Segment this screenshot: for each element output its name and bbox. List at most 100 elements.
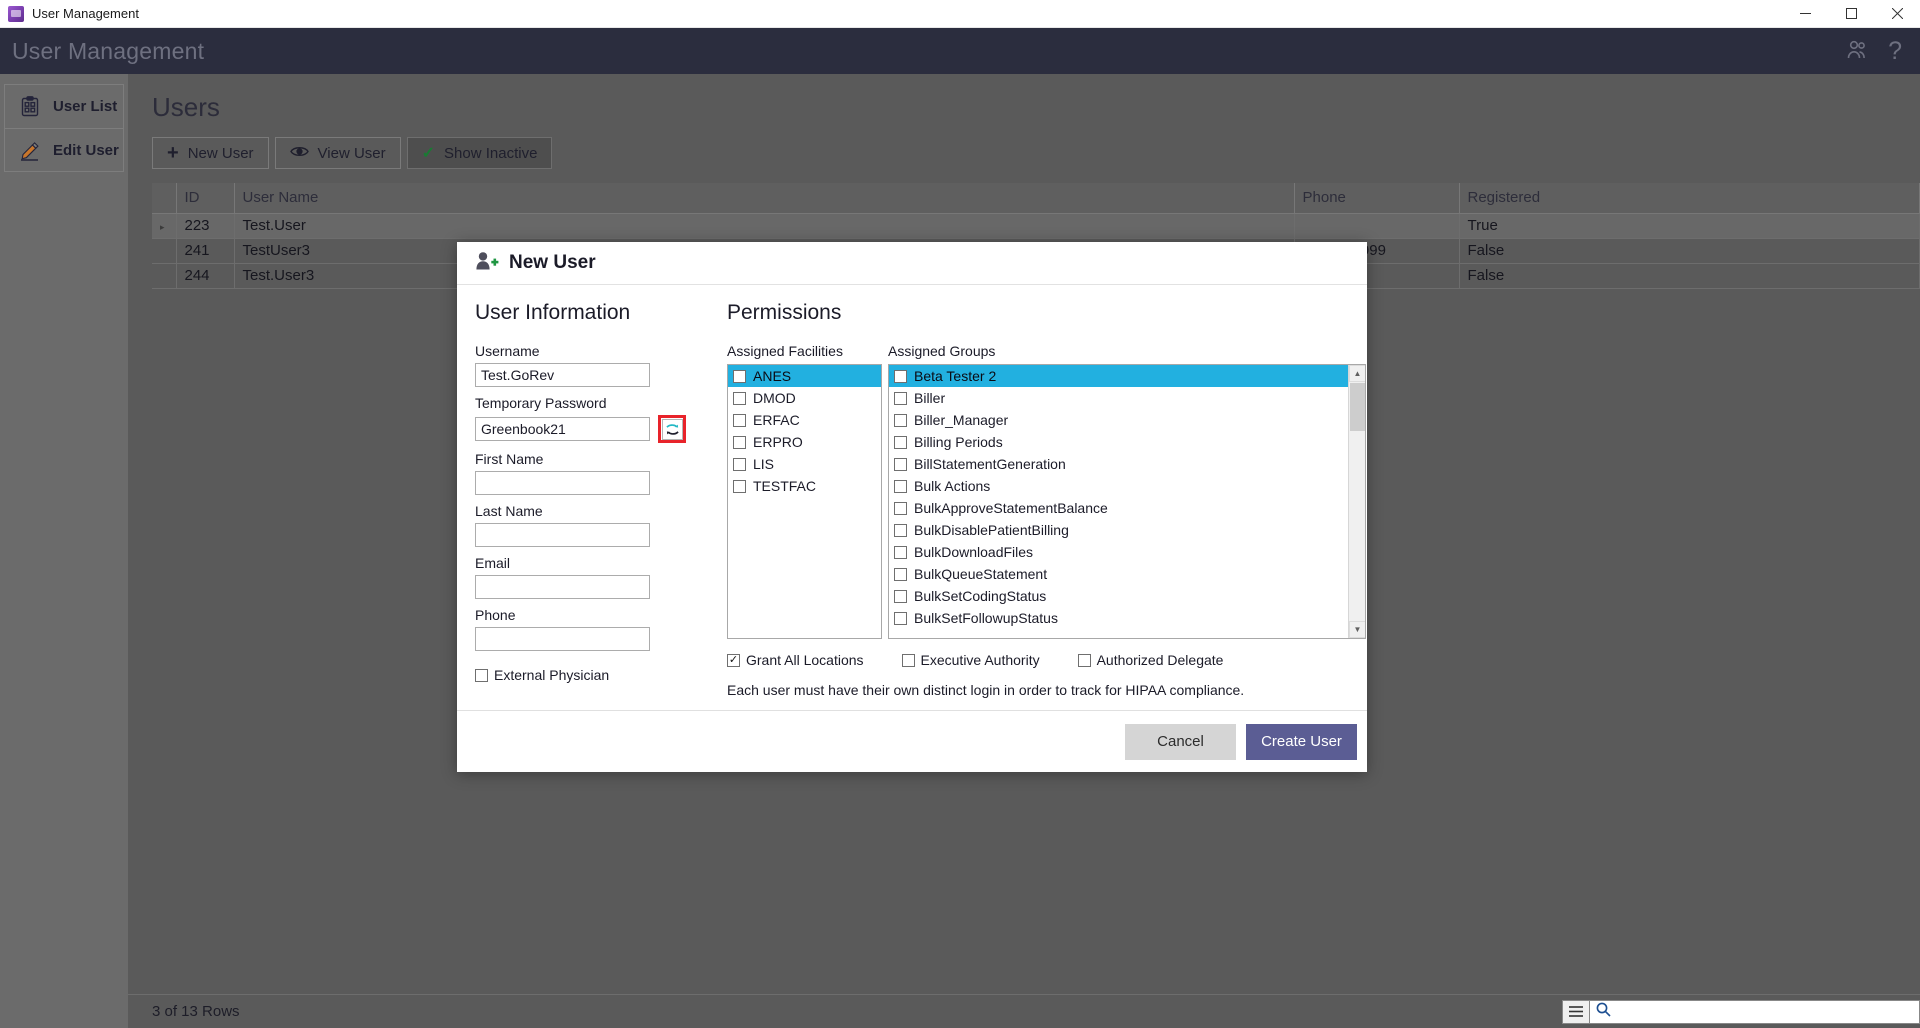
username-input[interactable]	[475, 363, 650, 387]
list-item[interactable]: Beta Tester 2	[889, 365, 1365, 387]
list-item[interactable]: Biller_Manager	[889, 409, 1365, 431]
new-user-label: New User	[187, 144, 254, 162]
assigned-facilities-list[interactable]: ANES DMOD ERFAC ERPRO LIS TESTFAC	[727, 364, 882, 639]
last-name-input[interactable]	[475, 523, 650, 547]
table-row[interactable]: ▸ 223 Test.User True	[152, 213, 1920, 239]
list-item-label: ERFAC	[753, 412, 800, 428]
checkbox-box[interactable]	[733, 435, 746, 449]
cell-registered: False	[1459, 263, 1920, 289]
list-item[interactable]: BulkDisablePatientBilling	[889, 519, 1365, 541]
checkbox-box[interactable]	[894, 545, 907, 559]
cell-registered: True	[1459, 213, 1920, 239]
permissions-heading: Permissions	[727, 301, 842, 324]
checkbox-box[interactable]	[733, 457, 746, 471]
grant-all-locations-checkbox[interactable]: Grant All Locations	[727, 652, 864, 668]
show-inactive-label: Show Inactive	[444, 144, 538, 162]
list-item[interactable]: ERFAC	[728, 409, 881, 431]
username-label: Username	[475, 343, 540, 359]
checkbox-box[interactable]	[894, 523, 907, 537]
list-item[interactable]: Billing Periods	[889, 431, 1365, 453]
cancel-button[interactable]: Cancel	[1125, 723, 1236, 760]
minimize-button[interactable]	[1782, 0, 1828, 28]
sidebar-item-user-list[interactable]: User List	[4, 84, 124, 128]
checkbox-box[interactable]	[894, 589, 907, 603]
search-input[interactable]	[1590, 999, 1920, 1024]
app-icon	[8, 5, 24, 22]
list-item[interactable]: TESTFAC	[728, 475, 881, 497]
list-item-label: TESTFAC	[753, 478, 817, 494]
sidebar-item-edit-user[interactable]: Edit User	[4, 128, 124, 172]
checkbox-box[interactable]	[894, 457, 907, 471]
checkbox-box[interactable]	[733, 369, 746, 383]
hamburger-menu-icon[interactable]	[1562, 999, 1590, 1024]
list-item[interactable]: BulkApproveStatementBalance	[889, 497, 1365, 519]
refresh-password-icon[interactable]	[661, 418, 683, 440]
close-button[interactable]	[1874, 0, 1920, 28]
authorized-delegate-checkbox[interactable]: Authorized Delegate	[1077, 652, 1224, 668]
column-header-registered[interactable]: Registered	[1459, 183, 1920, 214]
list-item[interactable]: DMOD	[728, 387, 881, 409]
people-icon[interactable]	[1844, 38, 1870, 64]
checkbox-box[interactable]	[894, 391, 907, 405]
list-item-label: Biller_Manager	[914, 412, 1009, 428]
list-item[interactable]: BulkSetFollowupStatus	[889, 607, 1365, 629]
list-item-label: BulkDisablePatientBilling	[914, 522, 1069, 538]
column-header-user-name[interactable]: User Name	[234, 183, 1295, 214]
executive-authority-checkbox[interactable]: Executive Authority	[901, 652, 1040, 668]
checkbox-box[interactable]	[733, 413, 746, 427]
list-item-label: Biller	[914, 390, 946, 406]
checkbox-box[interactable]	[733, 391, 746, 405]
external-physician-checkbox[interactable]: External Physician	[475, 667, 705, 683]
content-area: Users + New User View User ✓ Show Inacti…	[128, 74, 1920, 1028]
groups-scrollbar[interactable]: ▲ ▼	[1348, 365, 1365, 638]
phone-input[interactable]	[475, 627, 650, 651]
list-item[interactable]: BulkSetCodingStatus	[889, 585, 1365, 607]
list-item[interactable]: BillStatementGeneration	[889, 453, 1365, 475]
scroll-down-arrow-icon[interactable]: ▼	[1349, 621, 1365, 638]
app-header: User Management ?	[0, 28, 1920, 74]
status-bar: 3 of 13 Rows	[128, 994, 1920, 1028]
toolbar: + New User View User ✓ Show Inactive	[128, 123, 1920, 169]
list-item[interactable]: Bulk Actions	[889, 475, 1365, 497]
list-item[interactable]: Biller	[889, 387, 1365, 409]
app-body: User List Edit User Users + New User Vie…	[0, 74, 1920, 1028]
checkbox-box[interactable]	[733, 479, 746, 493]
user-information-heading: User Information	[475, 301, 631, 324]
pencil-edit-icon	[19, 139, 41, 161]
checkbox-box[interactable]	[894, 413, 907, 427]
show-inactive-button[interactable]: ✓ Show Inactive	[406, 137, 553, 169]
eye-icon	[289, 145, 309, 162]
assigned-facilities-label: Assigned Facilities	[727, 343, 843, 359]
assigned-groups-list[interactable]: Beta Tester 2 Biller Biller_Manager Bill…	[888, 364, 1366, 639]
help-icon[interactable]: ?	[1888, 38, 1902, 64]
scroll-up-arrow-icon[interactable]: ▲	[1349, 365, 1365, 382]
table-header-row: ID User Name Phone Registered	[152, 183, 1920, 214]
checkbox-box[interactable]	[894, 479, 907, 493]
checkbox-box[interactable]	[894, 369, 907, 383]
list-item-label: DMOD	[753, 390, 796, 406]
list-item[interactable]: BulkDownloadFiles	[889, 541, 1365, 563]
maximize-button[interactable]	[1828, 0, 1874, 28]
column-header-id[interactable]: ID	[176, 183, 235, 214]
checkbox-box[interactable]	[894, 611, 907, 625]
scrollbar-thumb[interactable]	[1350, 383, 1365, 431]
checkbox-box[interactable]	[894, 501, 907, 515]
column-header-arrow[interactable]	[152, 183, 177, 214]
list-item[interactable]: BulkQueueStatement	[889, 563, 1365, 585]
checkbox-box[interactable]	[894, 567, 907, 581]
temporary-password-input[interactable]	[475, 417, 650, 441]
column-header-phone[interactable]: Phone	[1294, 183, 1460, 214]
checkbox-box[interactable]	[894, 435, 907, 449]
authorized-delegate-label: Authorized Delegate	[1096, 652, 1224, 668]
email-input[interactable]	[475, 575, 650, 599]
new-user-button[interactable]: + New User	[152, 137, 269, 169]
list-item[interactable]: ANES	[728, 365, 881, 387]
cell-id: 223	[176, 213, 235, 239]
create-user-button[interactable]: Create User	[1246, 723, 1357, 760]
list-item[interactable]: ERPRO	[728, 431, 881, 453]
view-user-button[interactable]: View User	[274, 137, 401, 169]
list-item-label: ANES	[753, 368, 792, 384]
list-item[interactable]: LIS	[728, 453, 881, 475]
list-item-label: BulkDownloadFiles	[914, 544, 1034, 560]
first-name-input[interactable]	[475, 471, 650, 495]
